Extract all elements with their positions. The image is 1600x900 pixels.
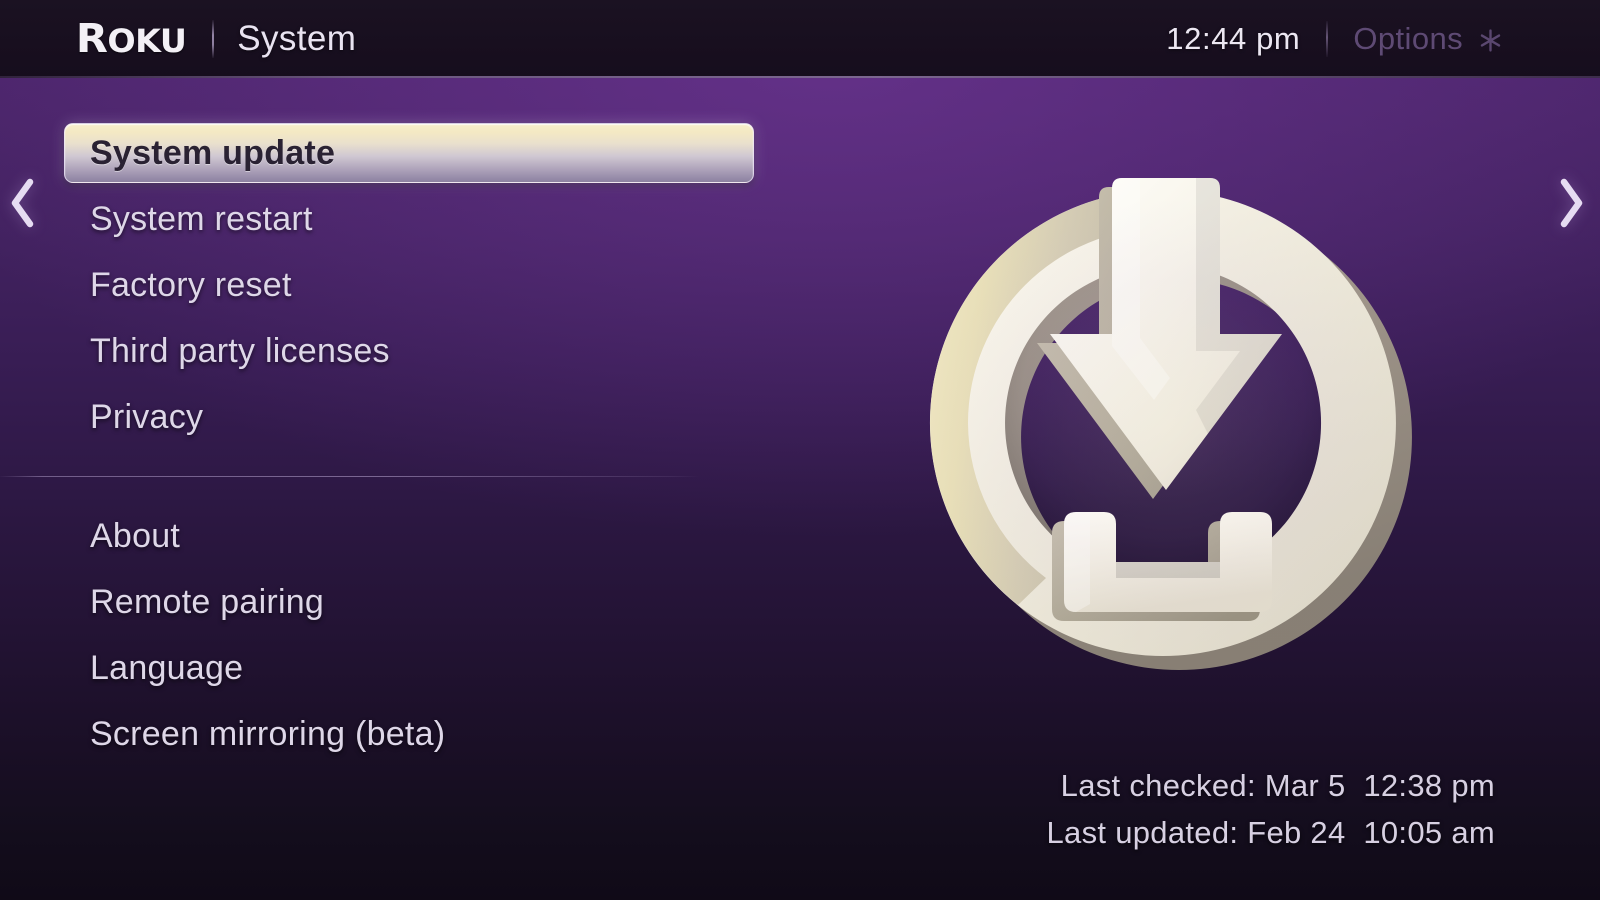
- menu-item-remote-pairing[interactable]: Remote pairing: [0, 569, 790, 635]
- update-status-block: Last checked: Mar 5 12:38 pm Last update…: [1047, 762, 1495, 856]
- menu-item-privacy[interactable]: Privacy: [0, 384, 790, 450]
- menu-item-label: Screen mirroring (beta): [90, 714, 446, 753]
- menu-item-system-update[interactable]: System update: [0, 120, 790, 186]
- chevron-left-icon: [8, 176, 38, 235]
- header-left-group: ROKU System: [75, 0, 357, 78]
- header-divider-2: [1326, 21, 1329, 57]
- menu-item-language[interactable]: Language: [0, 635, 790, 701]
- page-title: System: [237, 19, 357, 58]
- nav-next-button[interactable]: [1548, 166, 1594, 244]
- roku-logo: ROKU: [75, 16, 187, 62]
- nav-previous-button[interactable]: [0, 166, 46, 244]
- menu-item-label: Language: [90, 648, 244, 687]
- menu-item-label: Remote pairing: [90, 582, 325, 621]
- options-label: Options: [1353, 21, 1463, 56]
- chevron-right-icon: [1556, 176, 1586, 235]
- software-update-download-icon: [878, 138, 1448, 738]
- menu-item-third-party-licenses[interactable]: Third party licenses: [0, 318, 790, 384]
- download-ring-arrow-graphic: [929, 178, 1412, 670]
- menu-item-label: Factory reset: [90, 265, 292, 304]
- asterisk-icon: [1477, 26, 1504, 53]
- last-checked-text: Last checked: Mar 5 12:38 pm: [1060, 768, 1495, 803]
- menu-item-label: Third party licenses: [90, 331, 390, 370]
- menu-group-divider: [0, 476, 700, 477]
- menu-item-label: Privacy: [90, 397, 204, 436]
- roku-system-screen: ROKU System 12:44 pm Options System upda…: [0, 0, 1600, 900]
- menu-item-screen-mirroring[interactable]: Screen mirroring (beta): [0, 701, 790, 767]
- menu-item-label: About: [90, 516, 181, 555]
- options-button[interactable]: Options: [1353, 21, 1504, 57]
- top-header-bar: ROKU System 12:44 pm Options: [0, 0, 1600, 78]
- menu-item-about[interactable]: About: [0, 503, 790, 569]
- header-right-group: 12:44 pm Options: [1166, 0, 1504, 78]
- clock-time: 12:44 pm: [1166, 21, 1301, 56]
- menu-item-label: System restart: [90, 199, 313, 238]
- system-settings-menu: System update System restart Factory res…: [0, 120, 790, 767]
- header-divider: [212, 20, 215, 58]
- roku-logo-cap: R: [75, 16, 108, 62]
- last-updated-text: Last updated: Feb 24 10:05 am: [1046, 815, 1495, 850]
- menu-item-factory-reset[interactable]: Factory reset: [0, 252, 790, 318]
- menu-item-label: System update: [90, 133, 336, 172]
- menu-item-system-restart[interactable]: System restart: [0, 186, 790, 252]
- roku-logo-rest: OKU: [107, 22, 187, 60]
